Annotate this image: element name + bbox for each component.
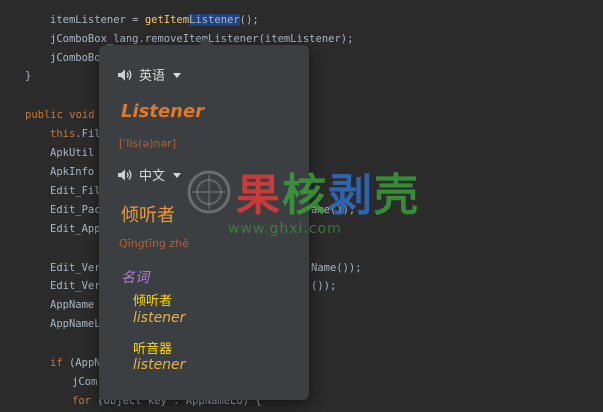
phonetic: [ˈlis(ə)nər] bbox=[119, 137, 177, 150]
source-word: Listener bbox=[121, 101, 205, 122]
code-line-tail[interactable]: ame()); bbox=[311, 201, 355, 219]
code-line[interactable]: Edit_App bbox=[50, 220, 101, 238]
target-language-selector[interactable]: 中文 bbox=[117, 165, 182, 184]
code-line[interactable]: } bbox=[25, 67, 31, 85]
code-line-tail[interactable]: ()); bbox=[311, 277, 336, 295]
part-of-speech: 名词 bbox=[121, 270, 149, 286]
code-keyword: void bbox=[69, 109, 95, 121]
code-line[interactable]: Edit_Ver bbox=[50, 277, 101, 295]
translation-popup: 英语 Listener [ˈlis(ə)nər] 中文 倾听者 Qīngtīng… bbox=[99, 38, 309, 400]
source-language-selector[interactable]: 英语 bbox=[117, 65, 182, 84]
translation-text: 倾听者 bbox=[121, 205, 175, 226]
meaning-zh: 倾听者 bbox=[133, 294, 173, 309]
chevron-down-icon[interactable] bbox=[173, 73, 182, 78]
speaker-icon[interactable] bbox=[117, 68, 133, 82]
code-text: (); bbox=[239, 14, 259, 26]
popup-caret bbox=[199, 38, 213, 45]
target-language-label[interactable]: 中文 bbox=[139, 165, 165, 184]
speaker-icon[interactable] bbox=[117, 168, 133, 182]
code-text: itemListener = bbox=[50, 14, 145, 26]
source-language-label[interactable]: 英语 bbox=[139, 65, 165, 84]
chevron-down-icon[interactable] bbox=[173, 173, 182, 178]
code-keyword: if bbox=[50, 357, 63, 369]
meaning-zh: 听音器 bbox=[133, 342, 173, 357]
pinyin: Qīngtīng zhě bbox=[119, 237, 190, 250]
code-method: getItem bbox=[144, 14, 190, 26]
highlighted-word[interactable]: Listener bbox=[189, 14, 240, 26]
code-line[interactable]: public void ( bbox=[25, 106, 107, 124]
meaning-en: listener bbox=[133, 310, 186, 326]
code-line-tail[interactable]: Name()); bbox=[311, 259, 362, 277]
code-keyword: public bbox=[25, 109, 63, 121]
meaning-en: listener bbox=[133, 357, 186, 373]
code-line[interactable]: itemListener = getItemListener(); bbox=[50, 11, 259, 29]
code-keyword: for bbox=[72, 395, 91, 407]
code-keyword: this bbox=[50, 128, 76, 140]
code-line[interactable]: jCom bbox=[72, 373, 97, 391]
